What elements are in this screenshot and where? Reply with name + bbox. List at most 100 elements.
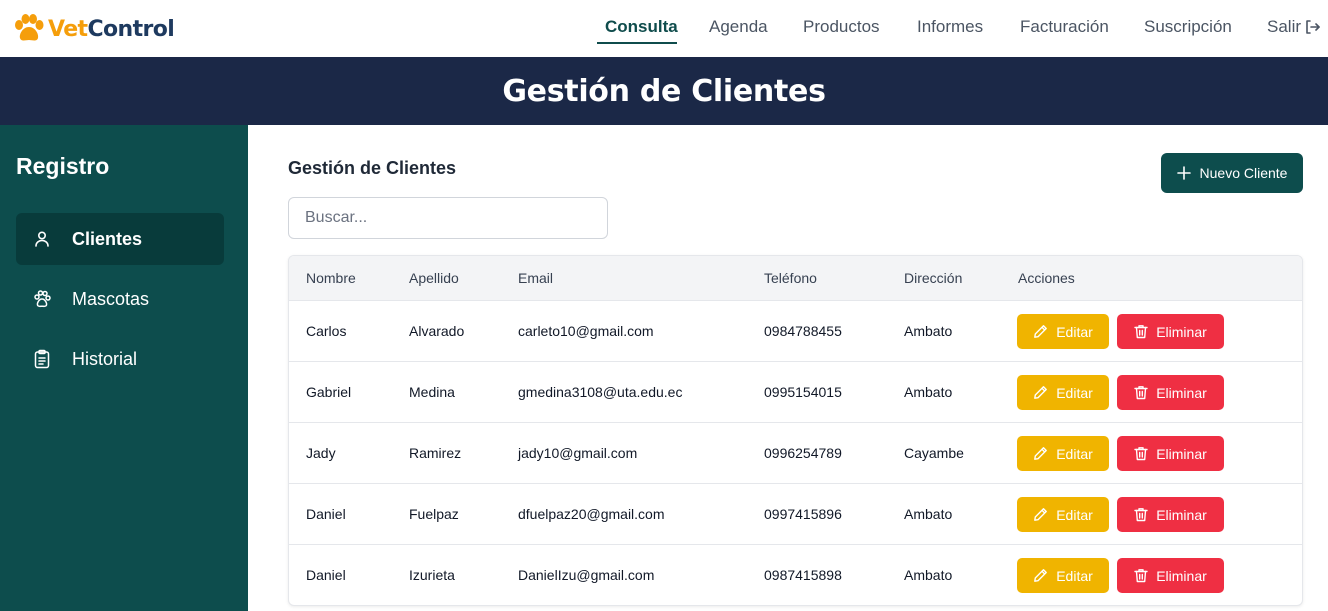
edit-button[interactable]: Editar	[1017, 314, 1109, 349]
cell-email: gmedina3108@uta.edu.ec	[518, 384, 683, 400]
cell-direccion: Ambato	[904, 323, 953, 339]
nav-suscripcion[interactable]: Suscripción	[1144, 17, 1232, 37]
nav-productos[interactable]: Productos	[803, 17, 880, 37]
trash-icon	[1134, 447, 1148, 461]
cell-nombre: Jady	[306, 445, 336, 461]
sidebar-item-clientes[interactable]: Clientes	[16, 213, 224, 265]
delete-label: Eliminar	[1156, 323, 1207, 340]
delete-label: Eliminar	[1156, 445, 1207, 462]
table-row: Carlos Alvarado carleto10@gmail.com 0984…	[289, 301, 1302, 362]
column-header-direccion: Dirección	[904, 270, 963, 286]
cell-apellido: Fuelpaz	[409, 506, 459, 522]
nav-facturacion[interactable]: Facturación	[1020, 17, 1109, 37]
table-row: Daniel Izurieta DanielIzu@gmail.com 0987…	[289, 545, 1302, 605]
table-header: Nombre Apellido Email Teléfono Dirección…	[289, 256, 1302, 301]
plus-icon	[1176, 166, 1191, 180]
edit-label: Editar	[1056, 567, 1093, 584]
table-row: Jady Ramirez jady10@gmail.com 0996254789…	[289, 423, 1302, 484]
cell-nombre: Carlos	[306, 323, 347, 339]
cell-direccion: Cayambe	[904, 445, 964, 461]
trash-icon	[1134, 325, 1148, 339]
user-icon	[32, 229, 52, 249]
trash-icon	[1134, 386, 1148, 400]
logo-text-part1: Vet	[48, 16, 88, 42]
cell-nombre: Daniel	[306, 506, 346, 522]
edit-button[interactable]: Editar	[1017, 375, 1109, 410]
pencil-icon	[1034, 569, 1048, 582]
edit-label: Editar	[1056, 506, 1093, 523]
cell-email: dfuelpaz20@gmail.com	[518, 506, 665, 522]
pencil-icon	[1034, 447, 1048, 460]
delete-button[interactable]: Eliminar	[1117, 436, 1224, 471]
sidebar-title: Registro	[16, 153, 110, 179]
edit-button[interactable]: Editar	[1017, 497, 1109, 532]
nav-active-underline	[597, 42, 677, 44]
delete-label: Eliminar	[1156, 506, 1207, 523]
logo-text-part2: Control	[87, 16, 175, 42]
nav-consulta[interactable]: Consulta	[605, 17, 678, 37]
cell-telefono: 0984788455	[764, 323, 842, 339]
cell-email: carleto10@gmail.com	[518, 323, 654, 339]
column-header-apellido: Apellido	[409, 270, 459, 286]
nav-agenda[interactable]: Agenda	[709, 17, 768, 37]
sidebar-item-label: Mascotas	[72, 288, 150, 309]
search-input[interactable]	[288, 197, 608, 239]
sidebar: Registro Clientes Mascotas Historial	[0, 125, 248, 611]
sidebar-item-label: Historial	[72, 348, 138, 369]
cell-telefono: 0995154015	[764, 384, 842, 400]
top-navbar: VetControl Consulta Agenda Productos Inf…	[0, 0, 1328, 57]
cell-nombre: Daniel	[306, 567, 346, 583]
cell-telefono: 0996254789	[764, 445, 842, 461]
pencil-icon	[1034, 508, 1048, 521]
cell-telefono: 0997415896	[764, 506, 842, 522]
cell-direccion: Ambato	[904, 384, 953, 400]
table-row: Daniel Fuelpaz dfuelpaz20@gmail.com 0997…	[289, 484, 1302, 545]
sidebar-item-label: Clientes	[72, 228, 143, 249]
edit-button[interactable]: Editar	[1017, 436, 1109, 471]
section-title: Gestión de Clientes	[288, 158, 457, 178]
delete-button[interactable]: Eliminar	[1117, 558, 1224, 593]
app-logo-text: VetControl	[48, 16, 175, 42]
delete-button[interactable]: Eliminar	[1117, 314, 1224, 349]
edit-label: Editar	[1056, 323, 1093, 340]
cell-nombre: Gabriel	[306, 384, 352, 400]
sidebar-item-mascotas[interactable]: Mascotas	[16, 273, 224, 325]
column-header-nombre: Nombre	[306, 270, 356, 286]
column-header-telefono: Teléfono	[764, 270, 817, 286]
delete-label: Eliminar	[1156, 567, 1207, 584]
pencil-icon	[1034, 386, 1048, 399]
column-header-acciones: Acciones	[1018, 270, 1075, 286]
clipboard-icon	[32, 349, 52, 369]
banner-title: Gestión de Clientes	[502, 73, 826, 109]
cell-email: jady10@gmail.com	[518, 445, 638, 461]
trash-icon	[1134, 508, 1148, 522]
cell-apellido: Medina	[409, 384, 455, 400]
table-row: Gabriel Medina gmedina3108@uta.edu.ec 09…	[289, 362, 1302, 423]
sidebar-item-historial[interactable]: Historial	[16, 333, 224, 385]
logout-icon	[1306, 20, 1320, 34]
clients-table: Nombre Apellido Email Teléfono Dirección…	[288, 255, 1303, 606]
cell-direccion: Ambato	[904, 506, 953, 522]
column-header-email: Email	[518, 270, 554, 286]
app-logo[interactable]: VetControl	[12, 12, 175, 46]
edit-button[interactable]: Editar	[1017, 558, 1109, 593]
cell-apellido: Izurieta	[409, 567, 455, 583]
delete-button[interactable]: Eliminar	[1117, 375, 1224, 410]
cell-email: DanielIzu@gmail.com	[518, 567, 655, 583]
cell-telefono: 0987415898	[764, 567, 842, 583]
logout-button[interactable]: Salir	[1267, 17, 1320, 37]
cell-apellido: Alvarado	[409, 323, 465, 339]
new-client-label: Nuevo Cliente	[1199, 165, 1288, 181]
edit-label: Editar	[1056, 445, 1093, 462]
delete-label: Eliminar	[1156, 384, 1207, 401]
cell-apellido: Ramirez	[409, 445, 462, 461]
trash-icon	[1134, 569, 1148, 583]
nav-informes[interactable]: Informes	[917, 17, 983, 37]
logout-label: Salir	[1267, 17, 1302, 36]
paw-icon	[32, 289, 52, 309]
pencil-icon	[1034, 325, 1048, 338]
page-banner: Gestión de Clientes	[0, 57, 1328, 125]
delete-button[interactable]: Eliminar	[1117, 497, 1224, 532]
new-client-button[interactable]: Nuevo Cliente	[1161, 153, 1303, 193]
cell-direccion: Ambato	[904, 567, 953, 583]
